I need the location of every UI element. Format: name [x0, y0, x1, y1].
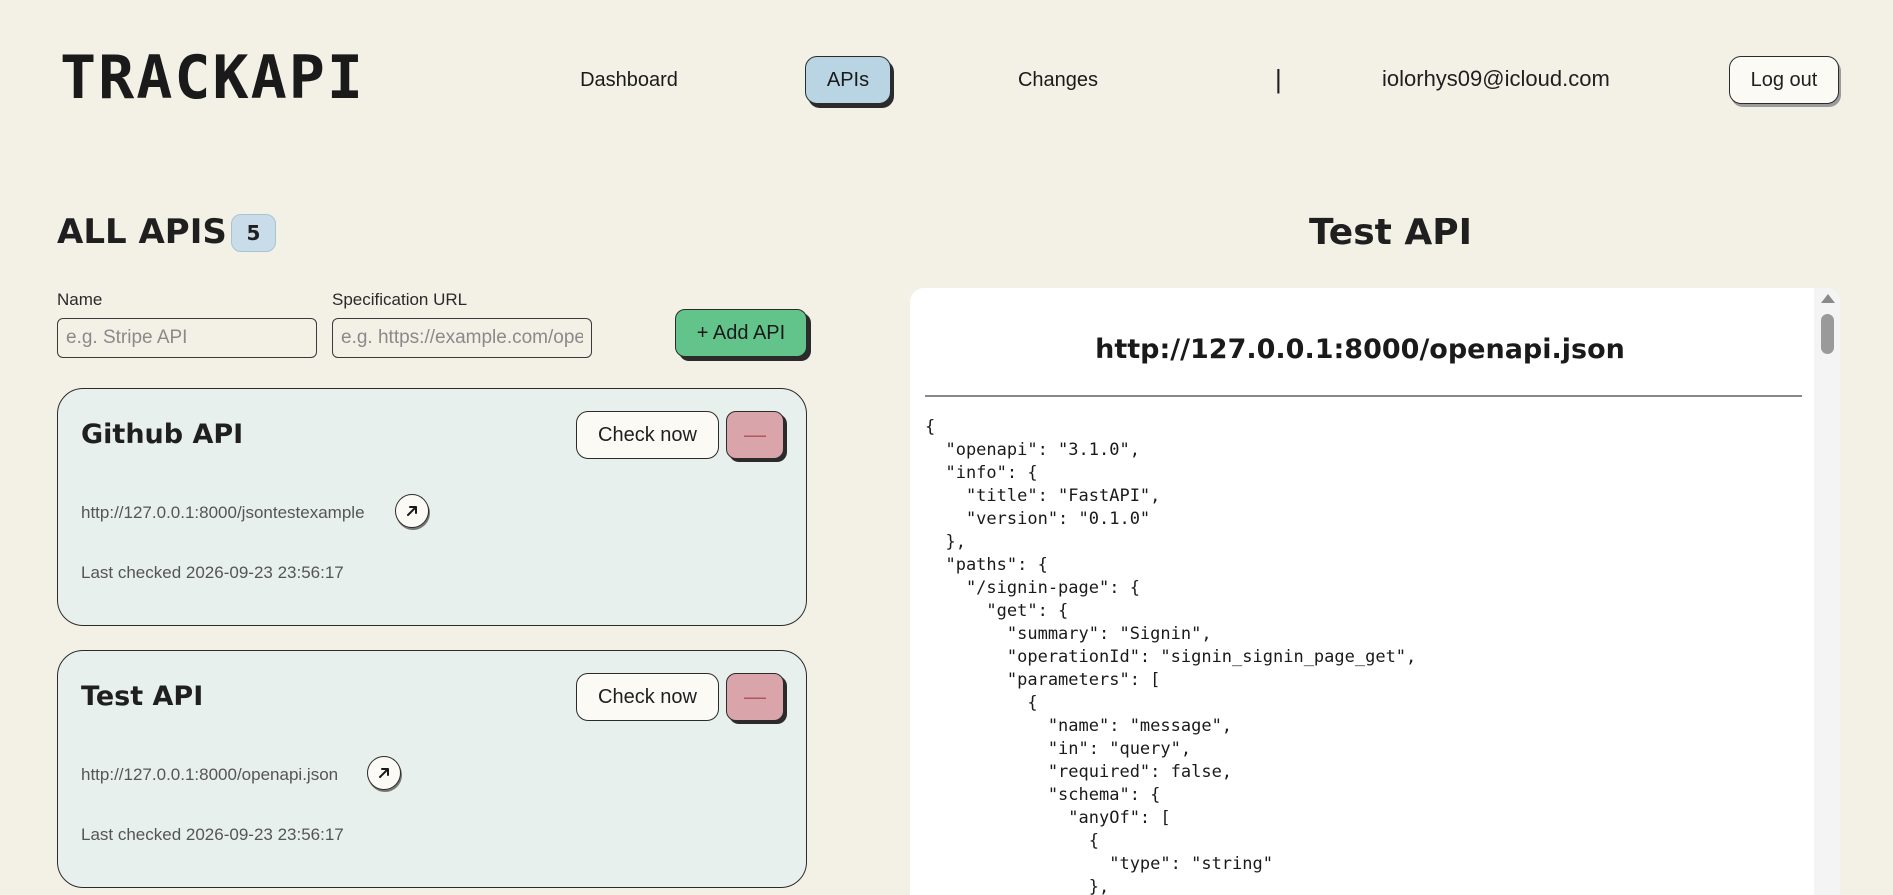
spec-json-code: { "openapi": "3.1.0", "info": { "title":…	[925, 417, 1417, 895]
add-api-button[interactable]: + Add API	[675, 309, 807, 357]
spec-url-heading: http://127.0.0.1:8000/openapi.json	[1095, 334, 1625, 365]
scrollbar[interactable]	[1814, 288, 1840, 895]
nav-apis-active[interactable]: APIs	[805, 56, 891, 104]
open-link-button[interactable]	[395, 494, 429, 528]
api-name: Test API	[81, 681, 204, 712]
api-name: Github API	[81, 419, 244, 450]
spec-panel[interactable]: http://127.0.0.1:8000/openapi.json { "op…	[910, 288, 1840, 895]
check-now-button[interactable]: Check now	[576, 673, 719, 721]
arrow-up-right-icon	[379, 768, 389, 778]
api-card[interactable]: Github API Check now — http://127.0.0.1:…	[57, 388, 807, 626]
user-email: iolorhys09@icloud.com	[1382, 66, 1610, 91]
detail-title: Test API	[1309, 212, 1473, 253]
section-title: ALL APIS	[57, 212, 227, 252]
check-now-button[interactable]: Check now	[576, 411, 719, 459]
api-card[interactable]: Test API Check now — http://127.0.0.1:80…	[57, 650, 807, 888]
api-url: http://127.0.0.1:8000/jsontestexample	[81, 503, 365, 522]
name-input[interactable]	[57, 318, 317, 358]
remove-api-button[interactable]: —	[726, 411, 784, 459]
scroll-thumb[interactable]	[1821, 314, 1834, 354]
name-label: Name	[57, 290, 103, 309]
nav-separator: |	[1275, 64, 1282, 94]
api-url: http://127.0.0.1:8000/openapi.json	[81, 765, 339, 784]
logout-button[interactable]: Log out	[1729, 56, 1839, 104]
spec-url-label: Specification URL	[332, 290, 468, 309]
last-checked: Last checked 2026-09-23 23:56:17	[81, 825, 344, 844]
api-count-badge: 5	[231, 214, 276, 252]
scroll-up-icon[interactable]	[1821, 294, 1835, 303]
spec-url-input[interactable]	[332, 318, 592, 358]
app-root: TRACKAPI Dashboard APIs Changes | iolorh…	[0, 0, 1893, 895]
remove-api-button[interactable]: —	[726, 673, 784, 721]
last-checked: Last checked 2026-09-23 23:56:17	[81, 563, 344, 582]
open-link-button[interactable]	[367, 756, 401, 790]
divider	[925, 395, 1802, 397]
nav-dashboard[interactable]: Dashboard	[560, 56, 698, 104]
nav-changes[interactable]: Changes	[1000, 56, 1116, 104]
arrow-up-right-icon	[407, 506, 417, 516]
logo[interactable]: TRACKAPI	[60, 48, 365, 108]
